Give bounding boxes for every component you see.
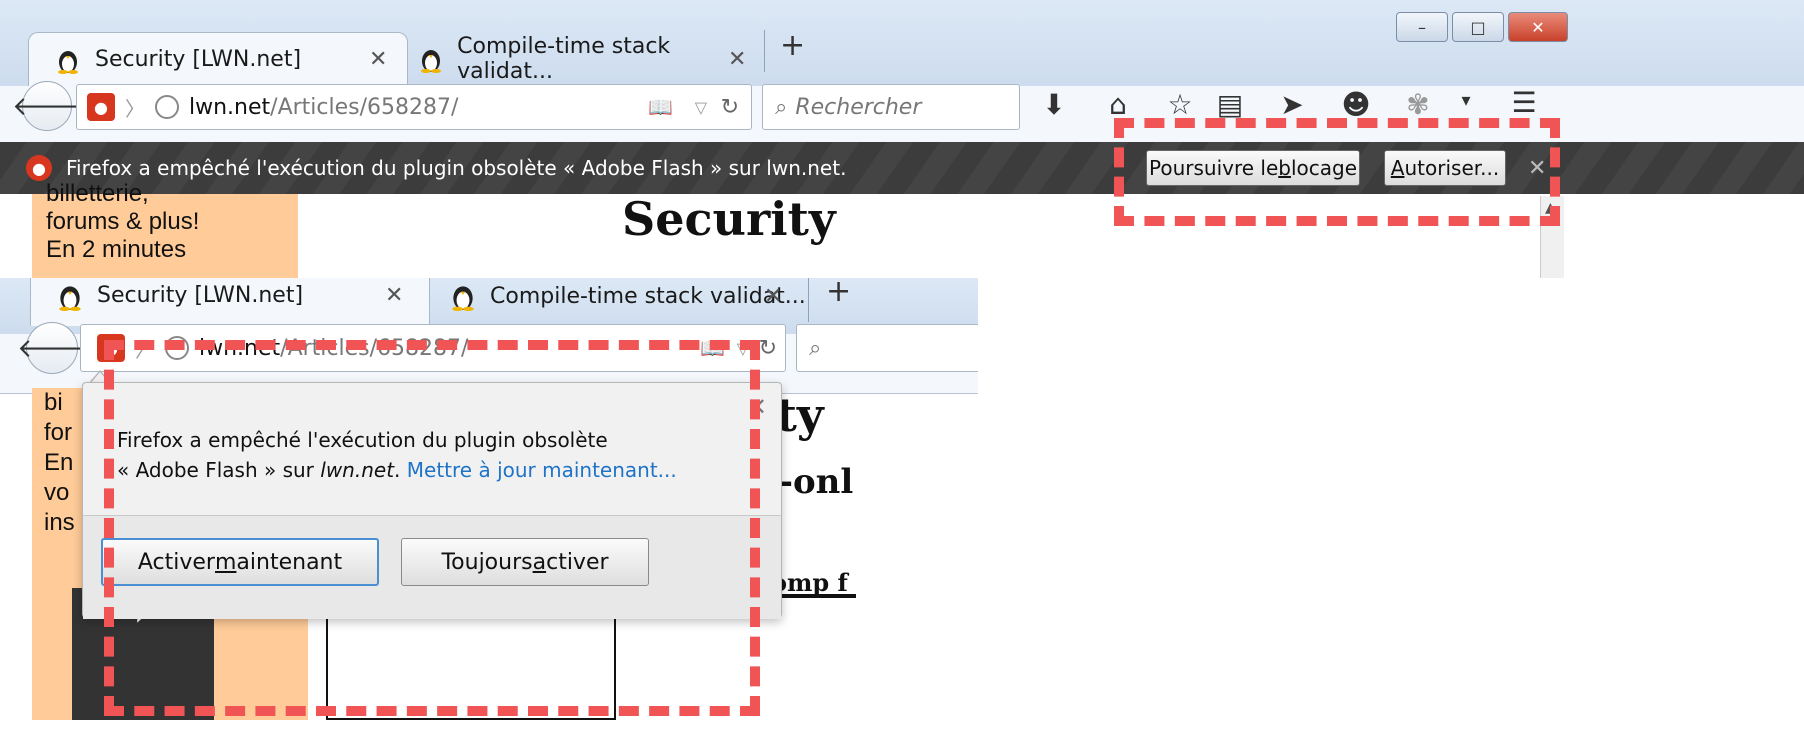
search-icon: ⌕	[809, 335, 822, 361]
notification-message: Firefox a empêché l'exécution du plugin …	[66, 156, 847, 180]
sidebar-line: for	[44, 419, 73, 446]
sidebar-line: vo	[44, 479, 70, 506]
dropdown-arrow-icon[interactable]: ▽	[695, 98, 707, 117]
downloads-icon[interactable]: ⬇	[1036, 88, 1072, 121]
annotation-dashed-box	[104, 340, 760, 716]
tab-close-icon[interactable]: ✕	[385, 283, 403, 308]
search-bar[interactable]: ⌕ Rechercher	[762, 84, 1020, 130]
reader-view-icon[interactable]: 📖	[648, 95, 673, 119]
new-tab-button[interactable]: +	[780, 28, 805, 63]
tab-security[interactable]: Security [LWN.net] ✕	[28, 32, 408, 86]
search-icon: ⌕	[775, 94, 788, 120]
sidebar-line: forums & plus!	[46, 208, 200, 235]
tab-label: Compile-time stack validat...	[490, 283, 806, 309]
chevron-right-icon: 〉	[125, 96, 145, 121]
blocked-plugin-icon[interactable]: ●	[87, 93, 115, 121]
url-path: /Articles/658287/	[270, 94, 459, 120]
new-tab-button[interactable]: +	[826, 278, 851, 309]
tux-favicon-icon	[53, 45, 83, 75]
reload-icon[interactable]: ↻	[759, 336, 777, 361]
url-bar[interactable]: ● 〉 lwn.net /Articles/658287/ 📖 ▽ ↻	[76, 84, 752, 130]
sidebar-line: En	[44, 449, 74, 476]
maximize-button[interactable]: □	[1452, 12, 1504, 42]
tab-compile-time[interactable]: Compile-time stack validat... ✕	[392, 32, 764, 86]
window-close-button[interactable]: ✕	[1508, 12, 1568, 42]
tux-favicon-icon	[448, 281, 478, 311]
smiley-icon[interactable]: ☻	[1338, 88, 1374, 121]
menu-hamburger-icon[interactable]: ☰	[1506, 86, 1542, 119]
tux-favicon-icon	[416, 44, 445, 74]
tab-close-icon[interactable]: ✕	[764, 284, 782, 309]
sidebar-line: ins	[44, 509, 75, 536]
extension-icon[interactable]: ✾	[1400, 88, 1436, 121]
sidebar-text: billetterie, forums & plus! En 2 minutes	[46, 180, 199, 264]
page-title: Security	[622, 192, 836, 246]
tab-label: Security [LWN.net]	[95, 47, 302, 72]
tux-favicon-icon	[55, 281, 85, 311]
sidebar-line: billetterie,	[46, 180, 149, 207]
bottom-screenshot: Security [LWN.net] ✕ Compile-time stack …	[0, 278, 978, 720]
back-button[interactable]: 🡐	[17, 322, 87, 374]
search-placeholder: Rechercher	[795, 94, 922, 120]
tab-close-icon[interactable]: ✕	[369, 47, 387, 72]
home-icon[interactable]: ⌂	[1100, 88, 1136, 121]
reading-list-icon[interactable]: ▤	[1212, 88, 1248, 121]
dropdown-arrow-icon[interactable]: ▾	[1448, 90, 1484, 111]
search-bar[interactable]: ⌕	[796, 324, 978, 372]
tab-compile-time[interactable]: Compile-time stack validat... ✕	[424, 278, 808, 326]
sidebar-text: bi for En vo ins	[44, 388, 75, 538]
tab-divider	[764, 30, 765, 72]
send-icon[interactable]: ➤	[1274, 88, 1310, 121]
sidebar-line: bi	[44, 389, 63, 416]
back-button[interactable]: 🡐	[12, 81, 82, 131]
top-screenshot: Security [LWN.net] ✕ Compile-time stack …	[0, 0, 1804, 278]
minimize-button[interactable]: –	[1396, 12, 1448, 42]
url-host: lwn.net	[189, 94, 271, 120]
sidebar-line: En 2 minutes	[46, 236, 187, 263]
tab-label: Security [LWN.net]	[97, 283, 304, 308]
tab-close-icon[interactable]: ✕	[728, 47, 746, 72]
blocked-plugin-icon: ●	[26, 155, 52, 181]
bookmark-star-icon[interactable]: ☆	[1162, 88, 1198, 121]
reload-icon[interactable]: ↻	[721, 95, 739, 120]
tab-security[interactable]: Security [LWN.net] ✕	[30, 278, 430, 326]
back-arrow-icon: 🡐	[12, 91, 82, 122]
back-arrow-icon: 🡐	[17, 333, 87, 364]
tab-label: Compile-time stack validat...	[457, 34, 671, 84]
annotation-dashed-box	[1114, 118, 1560, 226]
globe-icon	[155, 95, 179, 119]
tab-divider	[808, 278, 809, 322]
